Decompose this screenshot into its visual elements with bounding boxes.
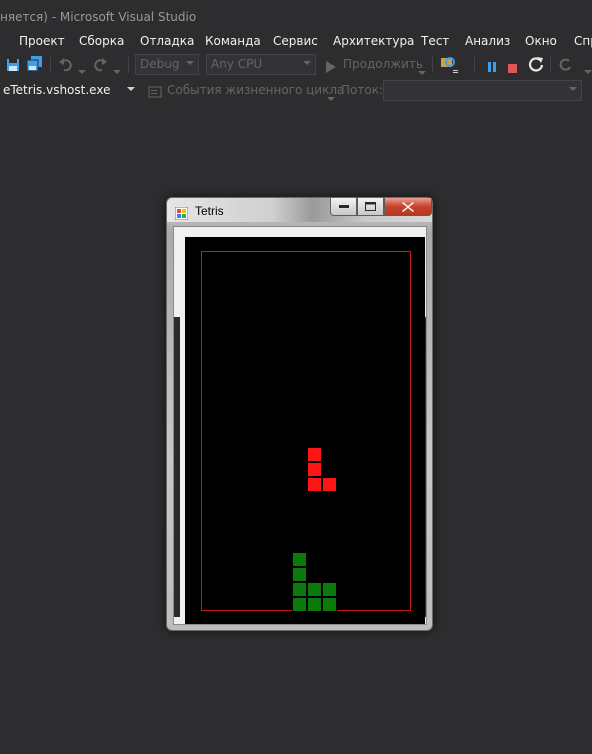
maximize-icon: [365, 202, 376, 211]
toolbar-separator: [474, 57, 475, 73]
close-button[interactable]: [384, 198, 432, 216]
solution-configuration-select[interactable]: Debug: [135, 54, 199, 75]
save-icon[interactable]: [6, 57, 22, 73]
overflow-dropdown-icon[interactable]: [584, 61, 592, 74]
toolbar-separator: [550, 57, 551, 73]
tetris-window-titlebar[interactable]: Tetris: [167, 198, 432, 222]
left-frame-shadow: [174, 317, 180, 617]
chevron-down-icon: [303, 61, 311, 65]
lifecycle-dropdown-icon[interactable]: [327, 88, 335, 101]
continue-button[interactable]: Продолжить: [343, 57, 423, 71]
restart-icon[interactable]: [528, 56, 544, 72]
attach-process-icon[interactable]: [440, 56, 460, 74]
menu-item-window[interactable]: Окно: [525, 34, 557, 48]
menu-item-team[interactable]: Команда: [205, 34, 261, 48]
tetris-window-title: Tetris: [195, 204, 224, 218]
close-icon: [402, 201, 414, 212]
stacked-block: [307, 597, 322, 612]
chevron-down-icon: [569, 87, 577, 91]
redo-dropdown-icon[interactable]: [113, 61, 121, 74]
debug-location-toolbar: eTetris.vshost.exe События жизненного ци…: [0, 79, 592, 103]
minimize-button[interactable]: [330, 198, 357, 216]
menu-item-analyze[interactable]: Анализ: [465, 34, 510, 48]
stacked-block: [307, 582, 322, 597]
active-piece-block: [307, 447, 322, 462]
pause-icon[interactable]: [486, 58, 498, 72]
play-icon[interactable]: [326, 58, 336, 73]
toolbar-separator: [128, 57, 129, 73]
lifecycle-events-button[interactable]: События жизненного цикла: [167, 83, 344, 97]
tetris-client-area: [173, 226, 427, 625]
menu-item-project[interactable]: Проект: [19, 34, 65, 48]
thread-select[interactable]: [383, 80, 582, 101]
stacked-block: [322, 597, 337, 612]
redo-icon[interactable]: [92, 57, 108, 73]
window-controls: [330, 198, 432, 216]
menu-bar: Проект Сборка Отладка Команда Сервис Арх…: [0, 32, 592, 52]
toolbar-separator: [50, 57, 51, 73]
menu-item-debug[interactable]: Отладка: [140, 34, 194, 48]
stop-icon[interactable]: [507, 59, 518, 73]
thread-label: Поток:: [341, 83, 383, 97]
undo-dropdown-icon[interactable]: [78, 61, 86, 74]
menu-item-help[interactable]: Спр: [574, 34, 592, 48]
active-piece-block: [322, 477, 337, 492]
solution-platform-value: Any CPU: [211, 57, 263, 71]
game-canvas[interactable]: [185, 237, 425, 624]
stacked-block: [292, 597, 307, 612]
app-icon: [174, 205, 189, 221]
chevron-down-icon: [186, 61, 194, 65]
menu-item-tools[interactable]: Сервис: [273, 34, 318, 48]
solution-configuration-value: Debug: [140, 57, 180, 71]
continue-dropdown-icon[interactable]: [418, 62, 426, 75]
tetris-board: [201, 251, 411, 612]
stacked-block: [292, 582, 307, 597]
tetris-window: Tetris: [166, 197, 433, 631]
minimize-icon: [338, 204, 349, 208]
window-title: няется) - Microsoft Visual Studio: [0, 0, 592, 32]
chevron-down-icon: [127, 87, 135, 91]
menu-item-build[interactable]: Сборка: [79, 34, 124, 48]
standard-toolbar: Debug Any CPU Продолжить: [0, 53, 592, 77]
stacked-block: [292, 567, 307, 582]
menu-item-architecture[interactable]: Архитектура: [333, 34, 414, 48]
stacked-block: [322, 582, 337, 597]
show-next-statement-icon[interactable]: [558, 57, 574, 73]
active-piece-block: [307, 462, 322, 477]
process-select[interactable]: eTetris.vshost.exe: [0, 80, 140, 101]
save-all-icon[interactable]: [26, 56, 43, 72]
stacked-block: [292, 552, 307, 567]
solution-platform-select[interactable]: Any CPU: [206, 54, 316, 75]
undo-icon[interactable]: [58, 57, 74, 73]
maximize-button[interactable]: [357, 198, 384, 216]
lifecycle-events-icon[interactable]: [148, 84, 162, 98]
process-value: eTetris.vshost.exe: [3, 83, 111, 97]
menu-item-test[interactable]: Тест: [421, 34, 449, 48]
toolbar-separator: [432, 57, 433, 73]
active-piece-block: [307, 477, 322, 492]
